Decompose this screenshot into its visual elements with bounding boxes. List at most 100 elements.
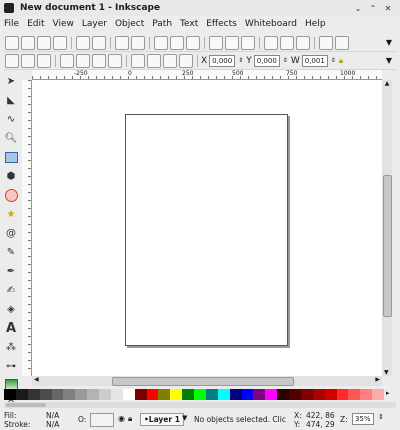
color-swatch[interactable]: [15, 389, 28, 400]
flip-vertical-icon[interactable]: [108, 53, 122, 68]
new-document-icon[interactable]: [5, 35, 19, 50]
menu-layer[interactable]: Layer: [82, 19, 107, 29]
spray-tool-icon[interactable]: ⁂: [3, 339, 19, 355]
paste-icon[interactable]: [186, 35, 200, 50]
ellipse-tool-icon[interactable]: [3, 187, 19, 203]
scroll-thumb-horizontal[interactable]: [112, 377, 294, 386]
zoom-page-icon[interactable]: [241, 35, 255, 50]
rectangle-tool-icon[interactable]: [3, 149, 19, 165]
text-tool-icon[interactable]: A: [3, 320, 19, 336]
scroll-up-icon[interactable]: ▲: [382, 80, 392, 87]
tweak-tool-icon[interactable]: ∿: [3, 111, 19, 127]
color-swatch[interactable]: [253, 389, 266, 400]
cut-icon[interactable]: [170, 35, 184, 50]
menu-path[interactable]: Path: [152, 19, 172, 29]
undo-icon[interactable]: [115, 35, 129, 50]
color-swatch[interactable]: [194, 389, 206, 400]
color-swatch[interactable]: [348, 389, 361, 400]
select-all-icon[interactable]: [5, 53, 19, 68]
rotate-ccw-icon[interactable]: [60, 53, 74, 68]
node-tool-icon[interactable]: ◣: [3, 92, 19, 108]
zoom-selection-icon[interactable]: [209, 35, 223, 50]
color-swatch[interactable]: [360, 389, 373, 400]
connector-tool-icon[interactable]: ⊶: [3, 358, 19, 374]
color-swatch[interactable]: [241, 389, 254, 400]
unlink-clone-icon[interactable]: [296, 35, 310, 50]
color-swatch[interactable]: [158, 389, 171, 400]
menu-edit[interactable]: Edit: [27, 19, 44, 29]
opacity-field[interactable]: [90, 413, 114, 427]
menu-help[interactable]: Help: [305, 19, 326, 29]
copy-icon[interactable]: [154, 35, 168, 50]
color-swatch[interactable]: [75, 389, 88, 400]
x-spinner-icon[interactable]: ⇕: [238, 57, 243, 64]
redo-icon[interactable]: [131, 35, 145, 50]
layer-dropdown-icon[interactable]: ▼: [182, 414, 187, 422]
duplicate-icon[interactable]: [264, 35, 278, 50]
raise-to-top-icon[interactable]: [131, 53, 145, 68]
pen-tool-icon[interactable]: ✒: [3, 263, 19, 279]
maximize-icon[interactable]: ⌃: [367, 2, 379, 14]
color-swatch[interactable]: [134, 389, 147, 400]
w-field[interactable]: 0,001: [301, 54, 328, 67]
scroll-right-icon[interactable]: ▶: [375, 376, 380, 383]
color-swatch[interactable]: [277, 389, 289, 400]
color-swatch[interactable]: [300, 389, 313, 400]
x-field[interactable]: 0,000: [209, 54, 236, 67]
save-icon[interactable]: [37, 35, 51, 50]
clone-icon[interactable]: [280, 35, 294, 50]
open-icon[interactable]: [21, 35, 35, 50]
color-swatch[interactable]: [146, 389, 159, 400]
import-icon[interactable]: [76, 35, 90, 50]
menu-object[interactable]: Object: [115, 19, 144, 29]
raise-icon[interactable]: [147, 53, 161, 68]
zoom-tool-icon[interactable]: 🔍︎: [3, 130, 19, 146]
zoom-spinner-icon[interactable]: ⇕: [378, 413, 384, 421]
3d-box-tool-icon[interactable]: ⬢: [3, 168, 19, 184]
menu-view[interactable]: View: [53, 19, 74, 29]
color-swatch[interactable]: [170, 389, 183, 400]
scroll-down-icon[interactable]: ▼: [384, 369, 389, 376]
deselect-icon[interactable]: [37, 53, 51, 68]
color-swatch[interactable]: [217, 389, 230, 400]
color-swatch[interactable]: [229, 389, 242, 400]
layer-selector[interactable]: •Layer 1: [140, 413, 184, 426]
paint-bucket-tool-icon[interactable]: ◈: [3, 301, 19, 317]
drawing-canvas[interactable]: [32, 80, 382, 376]
lower-to-bottom-icon[interactable]: [179, 53, 193, 68]
ungroup-icon[interactable]: [335, 35, 349, 50]
color-swatch[interactable]: [182, 389, 194, 400]
color-swatch[interactable]: [324, 389, 337, 400]
menu-text[interactable]: Text: [180, 19, 198, 29]
select-all-layers-icon[interactable]: [21, 53, 35, 68]
color-swatch[interactable]: [51, 389, 64, 400]
star-tool-icon[interactable]: ★: [3, 206, 19, 222]
color-swatch[interactable]: [372, 389, 384, 400]
color-swatch[interactable]: [205, 389, 218, 400]
selector-tool-icon[interactable]: ➤: [3, 73, 19, 89]
y-spinner-icon[interactable]: ⇕: [283, 57, 288, 64]
color-swatch[interactable]: [289, 389, 301, 400]
scroll-left-icon[interactable]: ◀: [34, 376, 39, 383]
color-swatch[interactable]: [27, 389, 40, 400]
color-swatch[interactable]: [312, 389, 325, 400]
fill-value[interactable]: N/A: [46, 411, 59, 420]
menu-whiteboard[interactable]: Whiteboard: [245, 19, 297, 29]
visibility-icon[interactable]: ◉: [118, 414, 125, 423]
color-swatch[interactable]: [39, 389, 52, 400]
rotate-cw-icon[interactable]: [76, 53, 90, 68]
zoom-field[interactable]: 35%: [352, 413, 374, 425]
color-swatch[interactable]: [336, 389, 349, 400]
print-icon[interactable]: [53, 35, 67, 50]
color-swatch[interactable]: [4, 389, 16, 400]
color-swatch[interactable]: [110, 389, 123, 400]
export-icon[interactable]: [92, 35, 106, 50]
color-swatch[interactable]: [87, 389, 99, 400]
lock-icon[interactable]: 🔒︎: [339, 56, 343, 66]
color-swatch[interactable]: [63, 389, 76, 400]
y-field[interactable]: 0,000: [253, 54, 280, 67]
menu-file[interactable]: File: [4, 19, 19, 29]
close-icon[interactable]: ✕: [382, 2, 394, 14]
flip-horizontal-icon[interactable]: [92, 53, 106, 68]
pencil-tool-icon[interactable]: ✎: [3, 244, 19, 260]
